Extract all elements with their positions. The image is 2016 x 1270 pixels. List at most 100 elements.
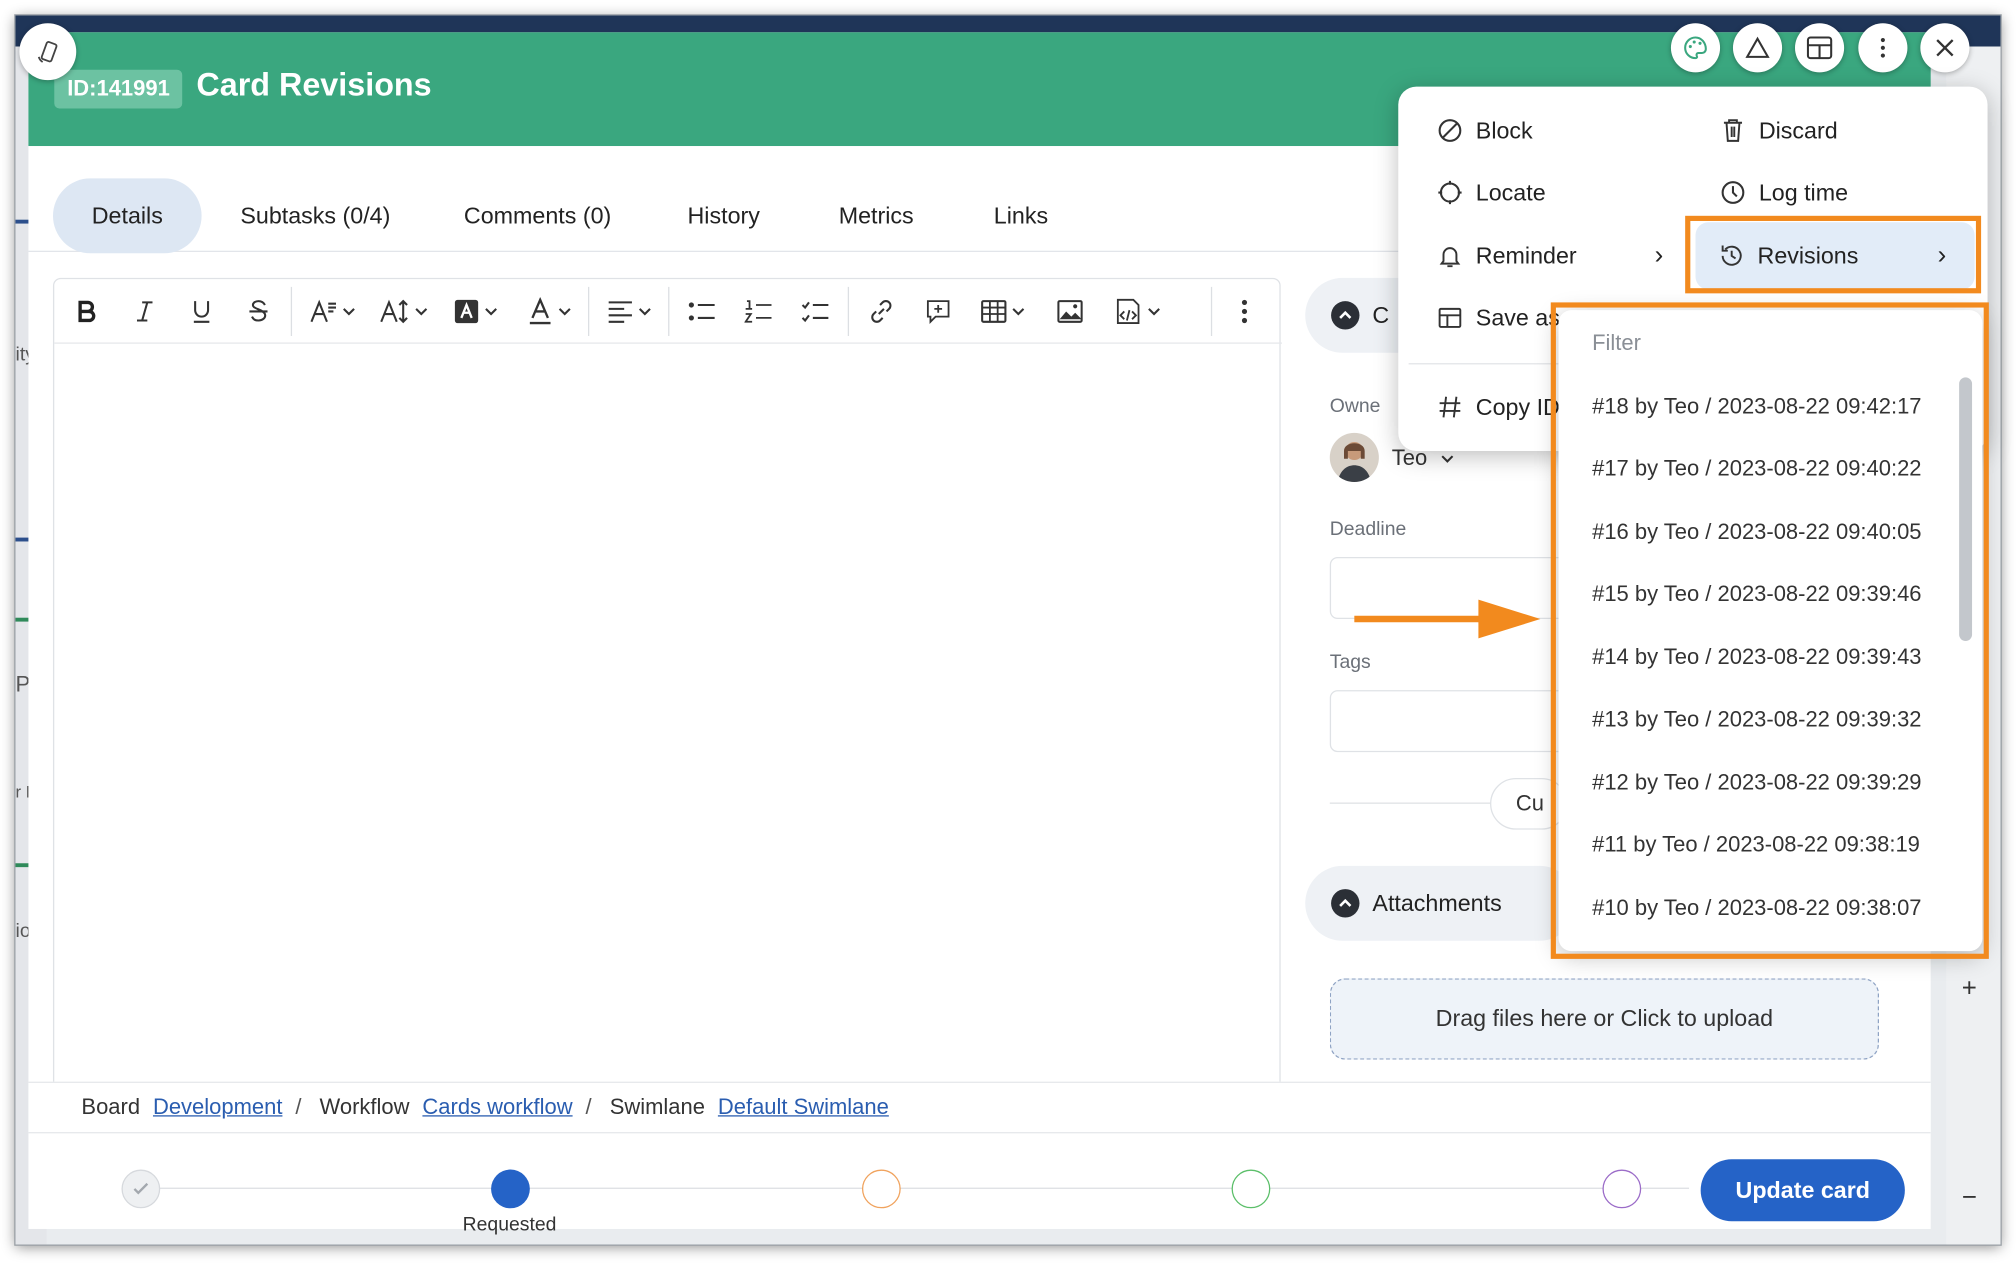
check-icon — [133, 1182, 149, 1195]
color-theme-button[interactable] — [1670, 23, 1721, 73]
menu-item-discard[interactable]: Discard — [1720, 105, 1838, 157]
menu-item-label: Locate — [1475, 178, 1546, 205]
chevron-down-icon — [638, 308, 651, 316]
more-actions-button[interactable] — [1858, 23, 1908, 73]
italic-button[interactable] — [125, 289, 164, 333]
swimlane-label: Swimlane — [609, 1094, 705, 1120]
stage-next[interactable] — [1602, 1169, 1642, 1209]
description-editor[interactable] — [52, 277, 1282, 1105]
chevron-down-icon — [484, 308, 497, 316]
toolbar-separator — [1210, 286, 1213, 336]
screen: ity Po r Po ior + − ID:141991 Card Revis… — [0, 0, 2016, 1270]
workflow-link[interactable]: Cards workflow — [422, 1095, 572, 1121]
locate-icon — [1438, 180, 1462, 205]
triangle-icon — [1745, 36, 1770, 58]
rotate-device-button[interactable] — [19, 23, 77, 81]
owner-avatar — [1329, 432, 1379, 483]
menu-item-label: Discard — [1758, 116, 1838, 143]
layout-icon — [1806, 36, 1833, 60]
stage-next[interactable] — [861, 1169, 901, 1209]
priority-button[interactable] — [1732, 23, 1783, 73]
tab-metrics[interactable]: Metrics — [800, 178, 952, 253]
bullet-list-button[interactable] — [681, 289, 722, 333]
phone-rotate-icon — [37, 41, 58, 63]
workflow-label: Workflow — [319, 1094, 410, 1120]
highlight-color-button[interactable] — [448, 289, 502, 333]
tab-links[interactable]: Links — [955, 178, 1087, 253]
menu-item-reminder[interactable]: Reminder › — [1437, 230, 1663, 282]
background-zoom-out-button[interactable]: − — [1962, 1184, 1977, 1214]
text-color-button[interactable] — [522, 289, 576, 333]
tab-subtasks[interactable]: Subtasks (0/4) — [202, 178, 430, 253]
attachments-toggle[interactable]: Attachments — [1305, 865, 1577, 941]
chevron-down-icon — [558, 308, 570, 316]
link-button[interactable] — [861, 289, 902, 333]
align-left-icon — [608, 301, 632, 323]
menu-item-label: Copy ID — [1475, 393, 1560, 420]
numbered-list-button[interactable] — [738, 289, 779, 333]
editor-toolbar — [54, 279, 1282, 344]
embed-code-icon — [1116, 298, 1139, 324]
image-button[interactable] — [1049, 289, 1090, 333]
bell-icon — [1439, 247, 1461, 268]
workflow-stages: Requested Update card — [28, 1133, 1930, 1235]
toolbar-more-button[interactable] — [1225, 289, 1264, 333]
stage-line — [138, 1187, 1690, 1189]
align-button[interactable] — [601, 289, 658, 333]
tab-comments[interactable]: Comments (0) — [425, 178, 650, 253]
block-icon — [1438, 119, 1462, 142]
tab-history[interactable]: History — [649, 178, 799, 253]
tab-details[interactable]: Details — [52, 178, 202, 254]
menu-item-save-as[interactable]: Save as — [1437, 292, 1560, 344]
breadcrumb: Board Development / Workflow Cards workf… — [28, 1081, 1931, 1134]
layout-button[interactable] — [1795, 23, 1845, 73]
collapse-icon — [1331, 301, 1360, 330]
checklist-button[interactable] — [795, 289, 836, 333]
annotation-arrow-icon — [1354, 599, 1541, 639]
divider — [1329, 802, 1511, 804]
menu-item-label: Reminder — [1475, 242, 1577, 269]
breadcrumb-separator: / — [295, 1094, 302, 1120]
underline-button[interactable] — [182, 289, 221, 333]
bullet-list-icon — [688, 302, 715, 321]
chevron-right-icon: › — [1654, 241, 1664, 270]
table-button[interactable] — [974, 289, 1031, 333]
numbered-list-icon — [744, 300, 772, 323]
strikethrough-button[interactable] — [239, 289, 278, 333]
chevron-down-icon — [414, 308, 427, 316]
tags-input[interactable] — [1329, 690, 1589, 753]
card-title[interactable]: Card Revisions — [196, 67, 431, 104]
stage-done[interactable] — [121, 1169, 161, 1209]
menu-divider — [1408, 363, 1562, 365]
swimlane-link[interactable]: Default Swimlane — [718, 1095, 889, 1121]
menu-item-label: Block — [1475, 116, 1533, 143]
bold-button[interactable] — [67, 289, 106, 333]
clock-icon — [1721, 181, 1745, 204]
board-label: Board — [81, 1094, 141, 1120]
menu-item-copy-id[interactable]: Copy ID — [1437, 381, 1560, 433]
italic-icon — [136, 301, 153, 322]
close-button[interactable] — [1920, 23, 1970, 73]
stage-requested[interactable] — [491, 1169, 530, 1209]
update-card-button[interactable]: Update card — [1700, 1159, 1905, 1222]
chevron-down-icon — [342, 308, 355, 316]
board-link[interactable]: Development — [153, 1095, 282, 1121]
menu-item-label: Log time — [1758, 178, 1849, 205]
toolbar-separator — [290, 286, 293, 336]
embed-button[interactable] — [1106, 289, 1168, 333]
menu-item-log-time[interactable]: Log time — [1720, 167, 1848, 219]
background-zoom-in-button[interactable]: + — [1962, 974, 1977, 1004]
upload-dropzone[interactable]: Drag files here or Click to upload — [1329, 978, 1880, 1060]
font-style-button[interactable] — [304, 289, 361, 333]
stage-next[interactable] — [1231, 1169, 1271, 1209]
font-size-button[interactable] — [373, 289, 432, 333]
revisions-highlight-box — [1685, 215, 1982, 294]
checklist-icon — [801, 301, 829, 323]
table-icon — [980, 300, 1006, 323]
attachments-title: Attachments — [1372, 889, 1502, 916]
menu-item-locate[interactable]: Locate — [1437, 167, 1546, 219]
hash-icon — [1439, 396, 1461, 418]
menu-item-block[interactable]: Block — [1437, 105, 1533, 157]
comment-button[interactable] — [918, 289, 959, 333]
breadcrumb-separator: / — [585, 1094, 592, 1120]
